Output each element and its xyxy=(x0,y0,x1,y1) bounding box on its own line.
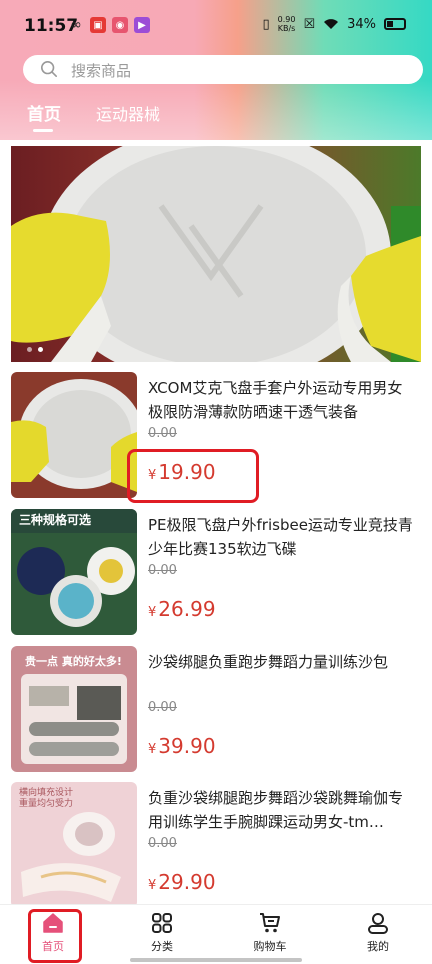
product-item[interactable]: 横向填充设计 重量均匀受力 负重沙袋绑腿跑步舞蹈沙袋跳舞瑜伽专用训练学生手腕脚踝… xyxy=(0,782,432,910)
net-speed: 0.90 KB/s xyxy=(277,15,296,33)
link-icon: ∞ xyxy=(70,17,82,33)
original-price: 0.00 xyxy=(148,426,177,441)
nav-label: 我的 xyxy=(367,940,389,953)
pagination-dot[interactable] xyxy=(27,347,32,352)
active-tab-indicator xyxy=(33,129,53,132)
banner-image xyxy=(11,146,421,362)
app-notification-icon: ▶ xyxy=(134,17,150,33)
nav-category[interactable]: 分类 xyxy=(122,911,202,954)
original-price: 0.00 xyxy=(148,563,177,578)
product-thumbnail[interactable] xyxy=(11,372,137,498)
category-grid-icon xyxy=(152,913,172,933)
nav-cart[interactable]: 购物车 xyxy=(230,911,310,954)
pagination-dot-active[interactable] xyxy=(38,347,43,352)
status-bar: 11:57 ∞ ▣ ◉ ▶ ▯ 0.90 KB/s ☒ 34% xyxy=(0,0,432,52)
product-thumbnail[interactable]: 三种规格可选 xyxy=(11,509,137,635)
original-price: 0.00 xyxy=(148,836,177,851)
system-icons: ▯ 0.90 KB/s ☒ 34% xyxy=(262,15,406,33)
nav-label: 购物车 xyxy=(253,940,287,953)
original-price: 0.00 xyxy=(148,700,177,715)
app-notification-icon: ◉ xyxy=(112,17,128,33)
product-item[interactable]: 三种规格可选 PE极限飞盘户外frisbee运动专业竞技青少年比赛135软边飞碟… xyxy=(0,509,432,637)
app-notification-icon: ▣ xyxy=(90,17,106,33)
search-input[interactable]: 搜索商品 xyxy=(23,55,423,84)
promo-banner[interactable] xyxy=(11,146,421,362)
price-highlight-box xyxy=(127,449,259,503)
nav-mine[interactable]: 我的 xyxy=(338,911,418,954)
sim-off-icon: ☒ xyxy=(303,16,316,32)
product-title[interactable]: 负重沙袋绑腿跑步舞蹈沙袋跳舞瑜伽专用训练学生手腕脚踝运动男女-tm… xyxy=(148,786,416,834)
battery-icon xyxy=(384,18,406,30)
tab-sports-equipment[interactable]: 运动器械 xyxy=(96,101,160,125)
product-price: ¥29.90 xyxy=(148,870,216,894)
battery-percent: 34% xyxy=(347,16,376,32)
product-title[interactable]: XCOM艾克飞盘手套户外运动专用男女极限防滑薄款防晒速干透气装备 xyxy=(148,376,416,424)
cart-icon xyxy=(260,913,280,933)
product-price: ¥39.90 xyxy=(148,734,216,758)
category-tabs: 首页 运动器械 xyxy=(0,96,432,136)
product-item[interactable]: 贵一点 真的好太多! 沙袋绑腿负重跑步舞蹈力量训练沙包 0.00 ¥39.90 xyxy=(0,646,432,774)
thumbnail-caption: 横向填充设计 重量均匀受力 xyxy=(19,788,74,809)
search-placeholder: 搜索商品 xyxy=(71,62,132,80)
product-title[interactable]: 沙袋绑腿负重跑步舞蹈力量训练沙包 xyxy=(148,650,416,674)
product-title[interactable]: PE极限飞盘户外frisbee运动专业竞技青少年比赛135软边飞碟 xyxy=(148,513,416,561)
product-price: ¥26.99 xyxy=(148,597,216,621)
product-image xyxy=(11,372,137,498)
nav-highlight-box xyxy=(28,909,82,963)
search-icon xyxy=(40,60,58,78)
product-thumbnail[interactable]: 贵一点 真的好太多! xyxy=(11,646,137,772)
thumbnail-caption: 三种规格可选 xyxy=(19,513,92,527)
nav-label: 分类 xyxy=(151,940,173,953)
wifi-icon xyxy=(324,19,339,29)
user-icon xyxy=(368,913,388,934)
banner-pagination xyxy=(27,347,43,352)
thumbnail-caption: 贵一点 真的好太多! xyxy=(25,655,122,668)
notification-icons: ∞ ▣ ◉ ▶ xyxy=(68,17,150,33)
product-thumbnail[interactable]: 横向填充设计 重量均匀受力 xyxy=(11,782,137,908)
tab-home[interactable]: 首页 xyxy=(27,100,61,125)
home-indicator[interactable] xyxy=(130,958,302,962)
vibrate-icon: ▯ xyxy=(262,16,270,32)
